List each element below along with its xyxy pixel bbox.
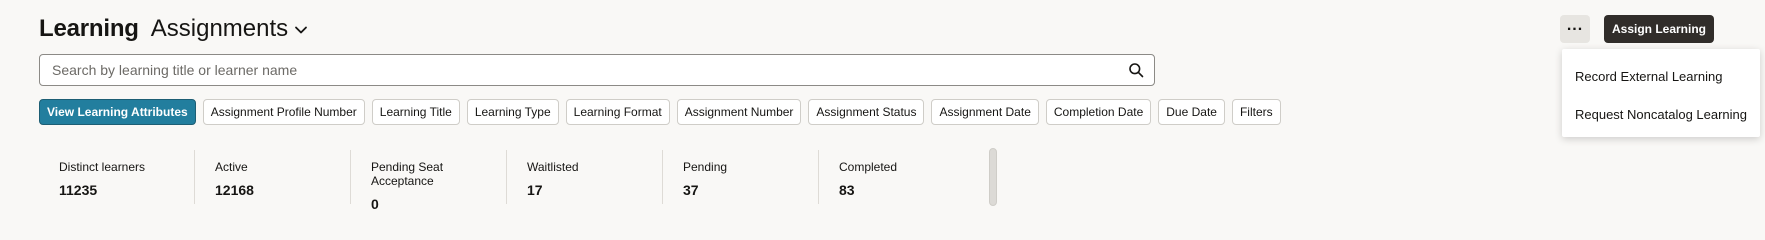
metric-distinct-learners[interactable]: Distinct learners 11235 [39,150,195,204]
metric-label: Pending [683,160,728,174]
metrics-strip: Distinct learners 11235 Active 12168 Pen… [39,150,975,212]
menu-item-record-external-learning[interactable]: Record External Learning [1562,57,1760,95]
chip-assignment-profile-number[interactable]: Assignment Profile Number [202,99,365,125]
chip-filters[interactable]: Filters [1231,99,1281,125]
chip-learning-type[interactable]: Learning Type [466,99,559,125]
metric-value: 37 [683,182,699,198]
metric-label: Waitlisted [527,160,579,174]
metric-pending[interactable]: Pending 37 [663,150,819,204]
page-title: Learning [39,15,139,42]
chip-assignment-date[interactable]: Assignment Date [931,99,1039,125]
more-actions-label: ... [1566,17,1584,34]
page-header: Learning Assignments [39,12,308,46]
metric-value: 83 [839,182,855,198]
filter-chip-bar: View Learning Attributes Assignment Prof… [39,99,1281,125]
chip-view-learning-attributes[interactable]: View Learning Attributes [39,99,196,125]
metric-completed[interactable]: Completed 83 [819,150,975,204]
chip-due-date[interactable]: Due Date [1158,99,1225,125]
more-actions-menu: Record External Learning Request Noncata… [1562,49,1760,137]
chip-assignment-number[interactable]: Assignment Number [676,99,802,125]
metric-label: Completed [839,160,898,174]
metric-label: Pending Seat Acceptance [371,160,444,188]
chip-assignment-status[interactable]: Assignment Status [808,99,925,125]
metric-label: Distinct learners [59,160,146,174]
assign-learning-button[interactable]: Assign Learning [1604,15,1714,43]
metric-value: 17 [527,182,543,198]
search-icon [1129,63,1144,78]
metric-label: Active [215,160,248,174]
more-actions-button[interactable]: ... [1560,15,1590,43]
search-button[interactable] [1118,55,1154,85]
metric-value: 0 [371,196,379,212]
menu-item-request-noncatalog-learning[interactable]: Request Noncatalog Learning [1562,95,1760,133]
metric-waitlisted[interactable]: Waitlisted 17 [507,150,663,204]
page-subtitle-dropdown[interactable]: Assignments [151,15,308,43]
chip-completion-date[interactable]: Completion Date [1045,99,1152,125]
metric-pending-seat-acceptance[interactable]: Pending Seat Acceptance 0 [351,150,507,212]
chip-learning-format[interactable]: Learning Format [565,99,670,125]
search-input[interactable] [40,62,1118,78]
page-subtitle: Assignments [150,15,289,42]
metrics-scroll-handle[interactable] [989,148,997,206]
search-field [39,54,1155,86]
chip-learning-title[interactable]: Learning Title [371,99,460,125]
metric-active[interactable]: Active 12168 [195,150,351,204]
chevron-down-icon [295,26,308,34]
metric-value: 12168 [215,182,254,198]
metric-value: 11235 [59,182,98,198]
